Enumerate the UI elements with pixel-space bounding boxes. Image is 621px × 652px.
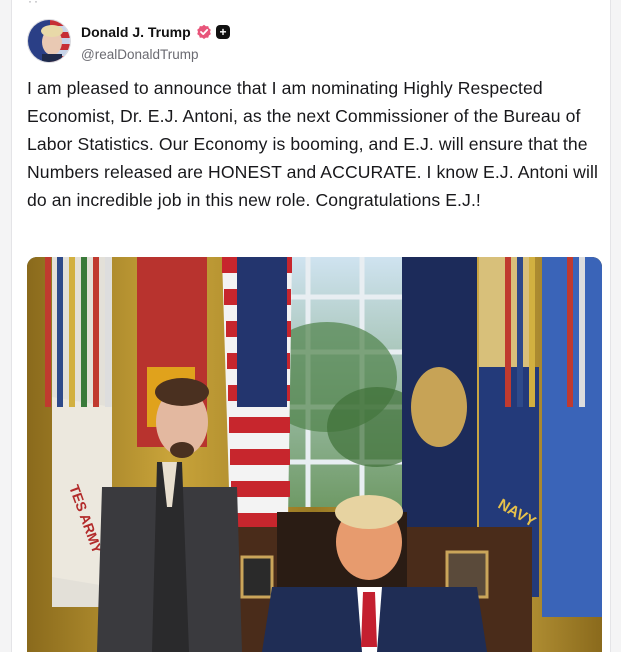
author-name[interactable]: Donald J. Trump bbox=[81, 24, 191, 40]
avatar[interactable] bbox=[27, 19, 71, 63]
author-handle[interactable]: @realDonaldTrump bbox=[81, 47, 199, 62]
top-overflow-indicator: ·· bbox=[28, 0, 40, 8]
post-image[interactable]: TES ARMY NAVY bbox=[27, 257, 602, 652]
post-text: I am pleased to announce that I am nomin… bbox=[27, 78, 599, 210]
verified-badge-icon bbox=[197, 24, 211, 39]
plus-badge-icon: + bbox=[216, 25, 230, 39]
oval-office-photo: TES ARMY NAVY bbox=[27, 257, 602, 652]
